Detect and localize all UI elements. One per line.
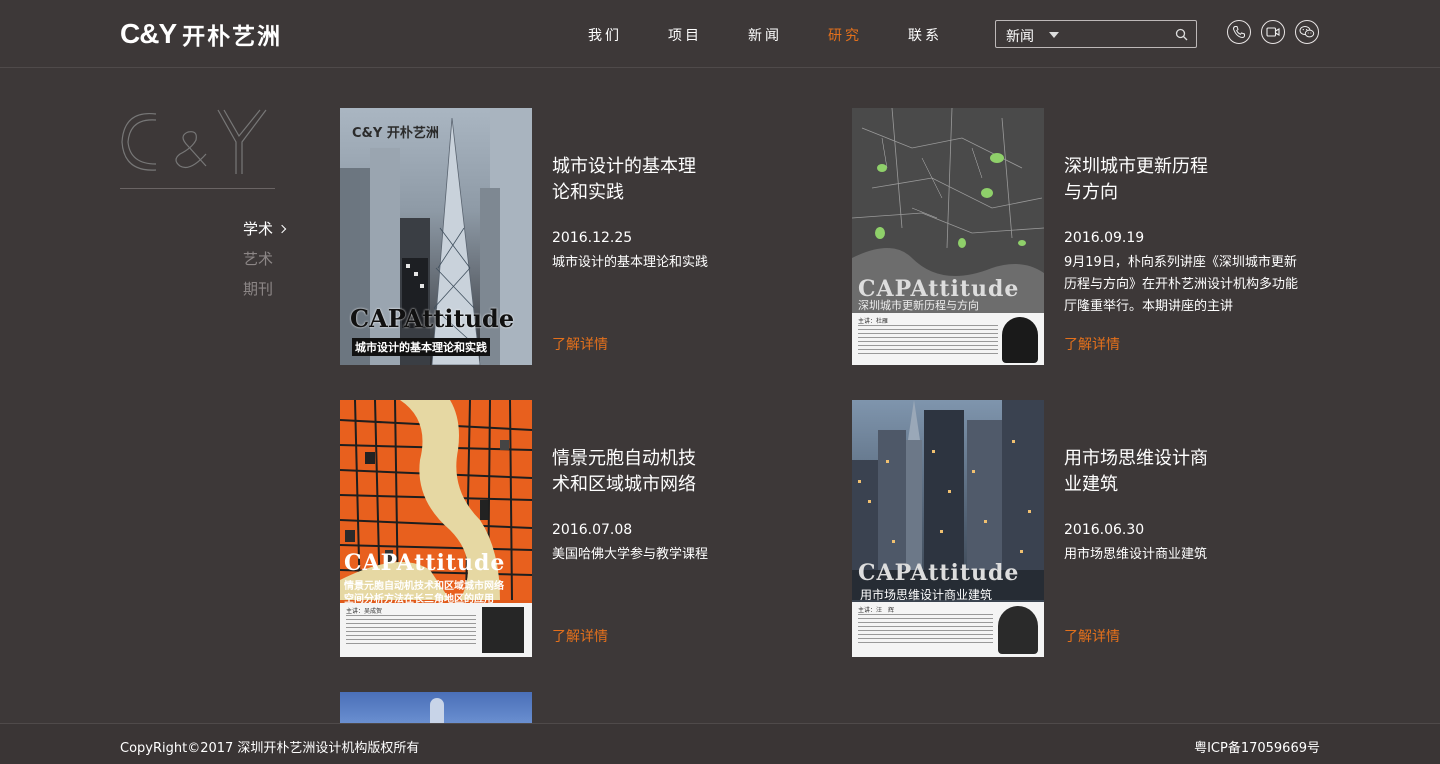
wechat-icon[interactable]: [1295, 20, 1319, 44]
title-line: 与方向: [1064, 182, 1118, 203]
chevron-right-icon: [277, 224, 287, 234]
nav-item-news[interactable]: 新闻: [748, 25, 828, 45]
sidebar-item-label: 学术: [243, 220, 274, 238]
card-date: 2016.06.30: [1064, 522, 1145, 538]
header: C&Y 开朴艺洲 我们 项目 新闻 研究 联系 新闻: [0, 0, 1440, 68]
card-thumbnail[interactable]: CAPAttitude 情景元胞自动机技术和区域城市网络 空间分析方法在长三角地…: [340, 400, 532, 657]
nav-item-research[interactable]: 研究: [828, 25, 908, 45]
poster-info-panel: 主讲：汪 辉: [852, 602, 1044, 657]
footer: CopyRight©2017 深圳开朴艺洲设计机构版权所有 粤ICP备17059…: [0, 723, 1440, 764]
logo[interactable]: C&Y 开朴艺洲: [120, 18, 283, 50]
poster-brand: C&Y 开朴艺洲: [352, 126, 439, 141]
poster-speaker: 主讲：汪 辉: [858, 607, 895, 614]
search-box: 新闻: [995, 20, 1197, 48]
card-date: 2016.07.08: [552, 522, 633, 538]
title-line: 业建筑: [1064, 474, 1118, 495]
card-thumbnail[interactable]: CAPAttitude 深圳城市更新历程与方向 主讲：杜雁: [852, 108, 1044, 365]
nav-item-contact[interactable]: 联系: [908, 25, 988, 45]
tower-shape: [430, 698, 444, 723]
main-nav: 我们 项目 新闻 研究 联系: [588, 25, 988, 45]
read-more-link[interactable]: 了解详情: [1064, 626, 1120, 646]
title-line: 情景元胞自动机技: [552, 448, 696, 469]
sidebar-item-art[interactable]: 艺术: [243, 244, 285, 274]
nav-item-about[interactable]: 我们: [588, 25, 668, 45]
sidebar-item-academic[interactable]: 学术: [243, 214, 287, 244]
poster-subtitle: 深圳城市更新历程与方向: [858, 299, 979, 312]
read-more-link[interactable]: 了解详情: [1064, 334, 1120, 354]
logo-mark: C&Y: [120, 18, 177, 49]
read-more-link[interactable]: 了解详情: [552, 626, 608, 646]
card-date: 2016.09.19: [1064, 230, 1145, 246]
poster-body-text: [858, 325, 998, 355]
logo-text: 开朴艺洲: [182, 24, 283, 50]
poster-title: CAPAttitude: [344, 550, 506, 576]
poster-title: CAPAttitude: [858, 560, 1020, 586]
card-title[interactable]: 城市设计的基本理 论和实践: [552, 154, 712, 206]
copyright-text: CopyRight©2017 深圳开朴艺洲设计机构版权所有: [120, 741, 420, 756]
sidebar-item-journal[interactable]: 期刊: [243, 274, 285, 304]
poster-subtitle: 用市场思维设计商业建筑: [860, 588, 993, 602]
title-line: 术和区域城市网络: [552, 474, 696, 495]
card-description: 9月19日，朴向系列讲座《深圳城市更新历程与方向》在开朴艺洲设计机构多功能厅隆重…: [1064, 255, 1299, 314]
card-title[interactable]: 深圳城市更新历程 与方向: [1064, 154, 1224, 206]
card-thumbnail[interactable]: [340, 692, 532, 723]
speaker-photo: [482, 607, 524, 653]
sidebar-logo-outline: [121, 109, 267, 174]
search-icon[interactable]: [1175, 28, 1188, 41]
title-line: 用市场思维设计商: [1064, 448, 1208, 469]
nav-item-projects[interactable]: 项目: [668, 25, 748, 45]
poster-info-panel: 主讲：杜雁: [852, 313, 1044, 365]
poster-subtitle: 城市设计的基本理论和实践: [352, 338, 490, 356]
sidebar-menu: 学术 艺术 期刊: [243, 214, 287, 304]
card-thumbnail[interactable]: CAPAttitude 用市场思维设计商业建筑 主讲：汪 辉: [852, 400, 1044, 657]
title-line: 论和实践: [552, 182, 624, 203]
title-line: 深圳城市更新历程: [1064, 156, 1208, 177]
speaker-photo: [998, 606, 1038, 654]
poster-info-panel: 主讲：吴成贺: [340, 603, 532, 657]
title-line: 城市设计的基本理: [552, 156, 696, 177]
search-category-select[interactable]: 新闻: [1006, 26, 1034, 46]
chevron-down-icon[interactable]: [1049, 32, 1059, 38]
card-title[interactable]: 情景元胞自动机技 术和区域城市网络: [552, 446, 712, 498]
card-description: 城市设计的基本理论和实践: [552, 255, 709, 270]
poster-body-text: [858, 614, 993, 646]
poster-title: CAPAttitude: [350, 304, 515, 333]
card-date: 2016.12.25: [552, 230, 633, 246]
card-title[interactable]: 用市场思维设计商 业建筑: [1064, 446, 1224, 498]
read-more-link[interactable]: 了解详情: [552, 334, 608, 354]
card-description: 美国哈佛大学参与教学课程: [552, 547, 709, 562]
poster-body-text: [346, 615, 476, 647]
card-thumbnail[interactable]: C&Y 开朴艺洲 CAPAttitude 城市设计的基本理论和实践: [340, 108, 532, 365]
phone-icon[interactable]: [1227, 20, 1251, 44]
icp-link[interactable]: 粤ICP备17059669号: [1194, 737, 1320, 756]
video-icon[interactable]: [1261, 20, 1285, 44]
poster-speaker: 主讲：杜雁: [858, 318, 889, 325]
sidebar-divider: [120, 188, 275, 189]
speaker-photo: [1002, 317, 1038, 363]
card-description: 用市场思维设计商业建筑: [1064, 547, 1208, 562]
poster-speaker: 主讲：吴成贺: [346, 608, 383, 615]
